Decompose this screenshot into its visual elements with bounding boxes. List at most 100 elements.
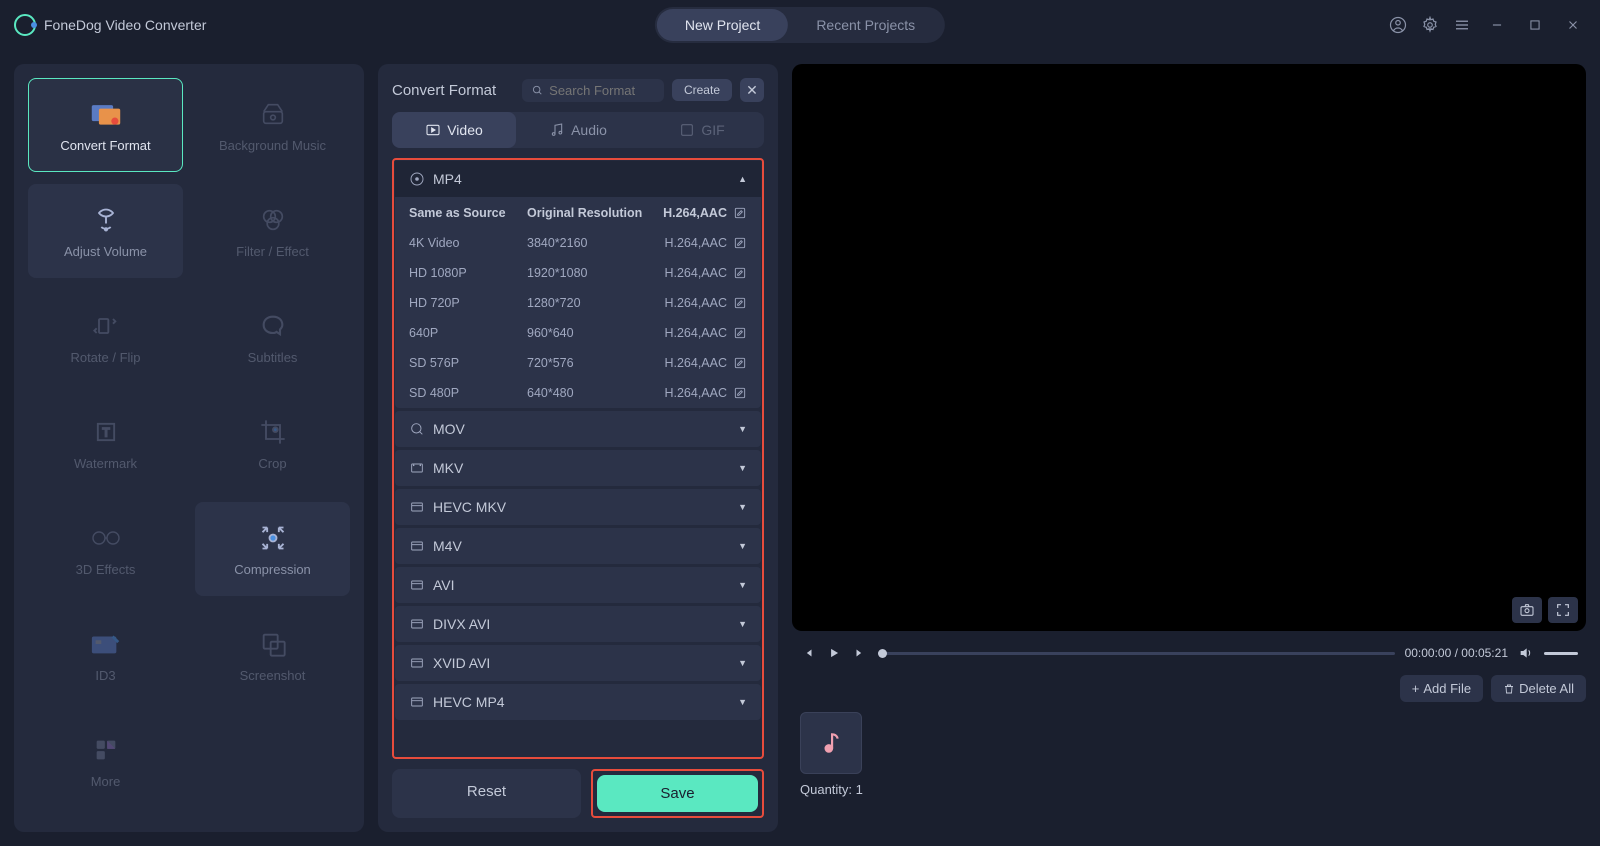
format-group-header[interactable]: DIVX AVI▼ bbox=[395, 606, 761, 642]
tool-watermark[interactable]: TWatermark bbox=[28, 396, 183, 490]
format-option[interactable]: Same as SourceOriginal ResolutionH.264,A… bbox=[395, 198, 761, 228]
gear-icon[interactable] bbox=[1420, 15, 1440, 35]
tool-filter-effect[interactable]: Filter / Effect bbox=[195, 184, 350, 278]
format-tab-audio-label: Audio bbox=[571, 122, 607, 138]
search-format-input[interactable] bbox=[522, 79, 664, 102]
play-button[interactable] bbox=[826, 645, 842, 661]
tool-label: Background Music bbox=[219, 138, 326, 153]
tool-compression[interactable]: Compression bbox=[195, 502, 350, 596]
format-option[interactable]: HD 720P1280*720H.264,AAC bbox=[395, 288, 761, 318]
format-option[interactable]: HD 1080P1920*1080H.264,AAC bbox=[395, 258, 761, 288]
format-group-header[interactable]: HEVC MP4▼ bbox=[395, 684, 761, 720]
format-group-header[interactable]: M4V▼ bbox=[395, 528, 761, 564]
timeline-slider[interactable] bbox=[878, 652, 1395, 655]
format-option[interactable]: 640P960*640H.264,AAC bbox=[395, 318, 761, 348]
format-group-header[interactable]: MP4▲ bbox=[395, 161, 761, 198]
edit-icon[interactable] bbox=[733, 206, 747, 220]
tools-sidebar: Convert Format Background Music Adjust Vol… bbox=[14, 64, 364, 832]
chevron-down-icon: ▼ bbox=[738, 697, 747, 707]
tool-3d-effects[interactable]: 3D Effects bbox=[28, 502, 183, 596]
add-file-button[interactable]: + Add File bbox=[1400, 675, 1483, 702]
tool-convert-format[interactable]: Convert Format bbox=[28, 78, 183, 172]
tool-crop[interactable]: Crop bbox=[195, 396, 350, 490]
format-tab-gif[interactable]: GIF bbox=[640, 112, 764, 148]
crop-icon bbox=[257, 416, 289, 448]
format-option[interactable]: SD 576P720*576H.264,AAC bbox=[395, 348, 761, 378]
watermark-icon: T bbox=[90, 416, 122, 448]
id3-icon bbox=[90, 628, 122, 660]
convert-format-panel: Convert Format Create ✕ Video Audio bbox=[378, 64, 778, 832]
player-controls: 00:00:00 / 00:05:21 bbox=[792, 641, 1586, 665]
format-tab-gif-label: GIF bbox=[701, 122, 724, 138]
edit-icon[interactable] bbox=[733, 386, 747, 400]
format-option[interactable]: SD 480P640*480H.264,AAC bbox=[395, 378, 761, 408]
reset-button[interactable]: Reset bbox=[392, 769, 581, 818]
tool-more[interactable]: More bbox=[28, 714, 183, 808]
app-title: FoneDog Video Converter bbox=[44, 17, 206, 33]
screenshot-icon bbox=[257, 628, 289, 660]
titlebar: FoneDog Video Converter New Project Rece… bbox=[0, 0, 1600, 50]
volume-slider[interactable] bbox=[1544, 652, 1578, 655]
tool-label: ID3 bbox=[95, 668, 115, 683]
volume-icon[interactable] bbox=[1518, 645, 1534, 661]
fullscreen-icon[interactable] bbox=[1548, 597, 1578, 623]
format-group-header[interactable]: AVI▼ bbox=[395, 567, 761, 603]
format-tab-audio[interactable]: Audio bbox=[516, 112, 640, 148]
format-group-header[interactable]: MOV▼ bbox=[395, 411, 761, 447]
maximize-button[interactable] bbox=[1522, 15, 1548, 35]
edit-icon[interactable] bbox=[733, 326, 747, 340]
format-group-avi: AVI▼ bbox=[395, 567, 761, 603]
tool-screenshot[interactable]: Screenshot bbox=[195, 608, 350, 702]
tool-adjust-volume[interactable]: Adjust Volume bbox=[28, 184, 183, 278]
tab-recent-projects[interactable]: Recent Projects bbox=[788, 9, 943, 41]
format-option[interactable]: 4K Video3840*2160H.264,AAC bbox=[395, 228, 761, 258]
volume-icon bbox=[90, 204, 122, 236]
edit-icon[interactable] bbox=[733, 296, 747, 310]
rotate-icon bbox=[90, 310, 122, 342]
convert-format-icon bbox=[90, 98, 122, 130]
format-group-header[interactable]: XVID AVI▼ bbox=[395, 645, 761, 681]
video-preview bbox=[792, 64, 1586, 631]
tool-background-music[interactable]: Background Music bbox=[195, 78, 350, 172]
tool-id3[interactable]: ID3 bbox=[28, 608, 183, 702]
tab-new-project[interactable]: New Project bbox=[657, 9, 788, 41]
account-icon[interactable] bbox=[1388, 15, 1408, 35]
format-group-hevc-mkv: HEVC MKV▼ bbox=[395, 489, 761, 525]
minimize-button[interactable] bbox=[1484, 15, 1510, 35]
format-group-mp4: MP4▲Same as SourceOriginal ResolutionH.2… bbox=[395, 161, 761, 408]
chevron-up-icon: ▲ bbox=[738, 174, 747, 184]
format-tab-video-label: Video bbox=[447, 122, 483, 138]
music-note-icon bbox=[818, 730, 844, 756]
chevron-down-icon: ▼ bbox=[738, 658, 747, 668]
format-group-header[interactable]: MKV▼ bbox=[395, 450, 761, 486]
edit-icon[interactable] bbox=[733, 236, 747, 250]
format-group-hevc-mp4: HEVC MP4▼ bbox=[395, 684, 761, 720]
create-button[interactable]: Create bbox=[672, 79, 732, 101]
close-panel-button[interactable]: ✕ bbox=[740, 78, 764, 102]
search-format-field[interactable] bbox=[549, 83, 654, 98]
save-button[interactable]: Save bbox=[597, 775, 758, 812]
delete-all-button[interactable]: Delete All bbox=[1491, 675, 1586, 702]
tool-label: Convert Format bbox=[60, 138, 150, 153]
app-logo-icon bbox=[14, 14, 36, 36]
format-tab-video[interactable]: Video bbox=[392, 112, 516, 148]
camera-icon[interactable] bbox=[1512, 597, 1542, 623]
chevron-down-icon: ▼ bbox=[738, 424, 747, 434]
format-group-divx-avi: DIVX AVI▼ bbox=[395, 606, 761, 642]
tool-rotate-flip[interactable]: Rotate / Flip bbox=[28, 290, 183, 384]
menu-icon[interactable] bbox=[1452, 15, 1472, 35]
chevron-down-icon: ▼ bbox=[738, 580, 747, 590]
tool-label: Filter / Effect bbox=[236, 244, 309, 259]
next-button[interactable] bbox=[852, 645, 868, 661]
prev-button[interactable] bbox=[800, 645, 816, 661]
svg-text:T: T bbox=[102, 426, 109, 439]
close-window-button[interactable] bbox=[1560, 15, 1586, 35]
format-group-header[interactable]: HEVC MKV▼ bbox=[395, 489, 761, 525]
edit-icon[interactable] bbox=[733, 266, 747, 280]
edit-icon[interactable] bbox=[733, 356, 747, 370]
tool-label: Crop bbox=[258, 456, 286, 471]
chevron-down-icon: ▼ bbox=[738, 619, 747, 629]
filter-icon bbox=[257, 204, 289, 236]
tool-subtitles[interactable]: Subtitles bbox=[195, 290, 350, 384]
queue-thumbnail[interactable] bbox=[800, 712, 862, 774]
